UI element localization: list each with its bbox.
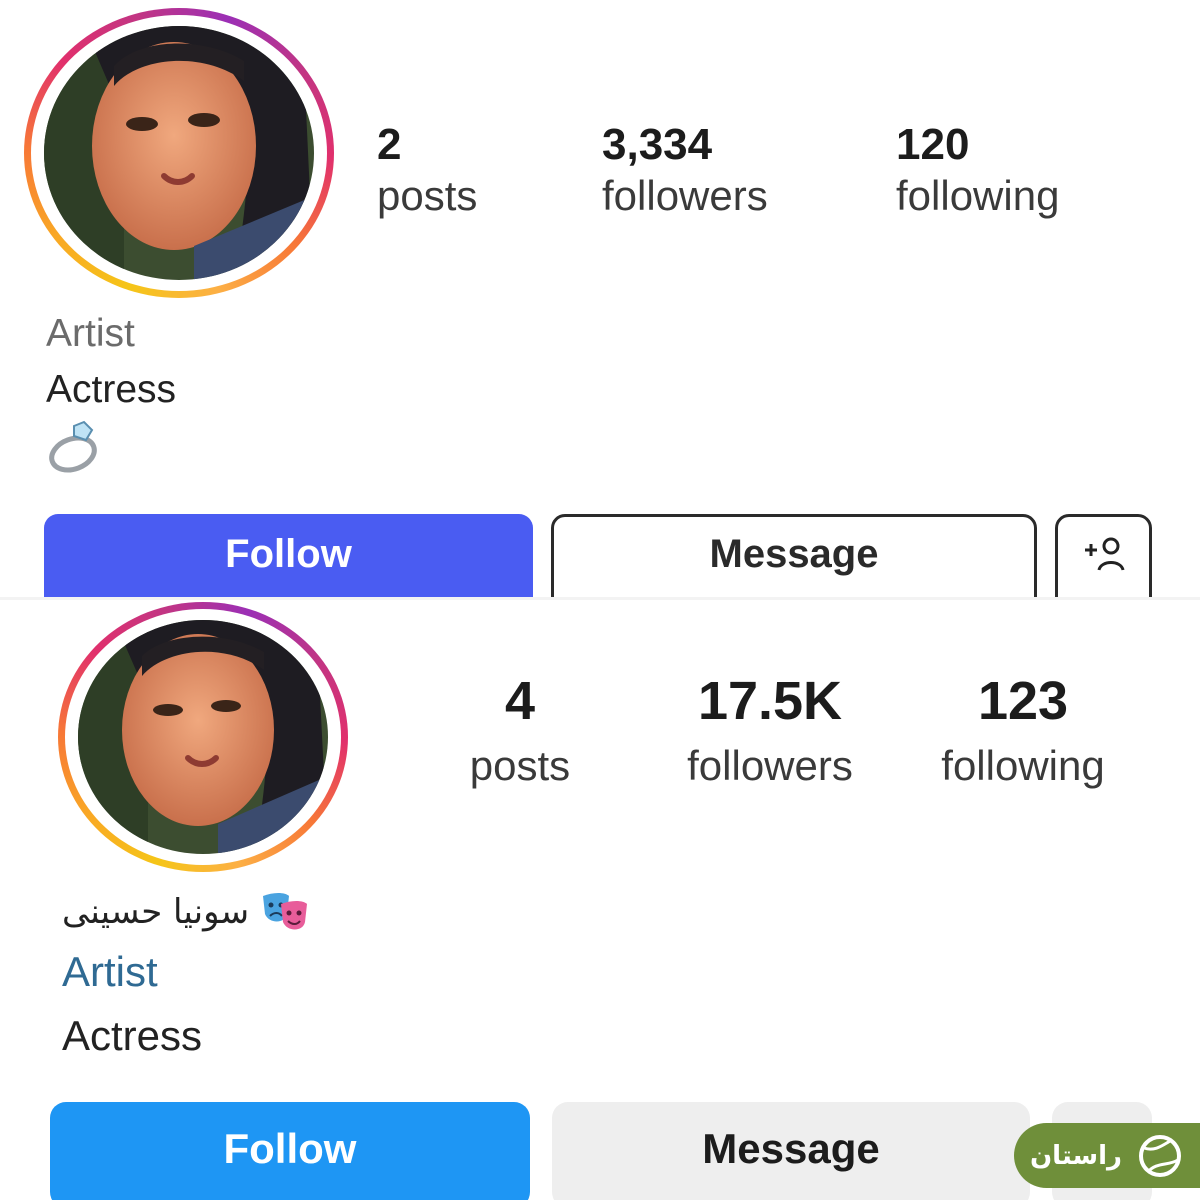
theater-masks-icon [259, 890, 311, 934]
ring-emoji-icon [46, 418, 106, 483]
profile-header-new: 4 posts 17.5K followers 123 following سو… [0, 600, 1200, 1200]
follow-button-label: Follow [225, 531, 352, 576]
message-button-label: Message [709, 531, 879, 576]
follow-button[interactable]: Follow [44, 514, 533, 597]
follow-button[interactable]: Follow [50, 1102, 530, 1200]
stat-following-value: 123 [977, 671, 1069, 731]
stat-posts-label: posts [377, 172, 478, 219]
stat-following-label: following [896, 172, 1060, 219]
tennis-ball-logo-icon [1139, 1134, 1181, 1177]
stat-posts[interactable]: 4 posts [450, 670, 590, 790]
message-button-label: Message [702, 1125, 880, 1172]
profile-bio: Actress [62, 1012, 203, 1059]
stat-following-value: 120 [896, 120, 970, 169]
stat-following[interactable]: 120 following [896, 120, 1059, 220]
stat-followers-label: followers [687, 742, 853, 789]
stat-followers[interactable]: 3,334 followers [602, 120, 768, 220]
stat-posts-value: 4 [504, 671, 536, 731]
stat-followers-value: 3,334 [602, 120, 713, 169]
profile-bio: Actress [46, 368, 177, 411]
message-button[interactable]: Message [551, 514, 1037, 597]
profile-name-row: سونیا حسینی [62, 884, 311, 940]
stat-posts-value: 2 [377, 120, 402, 169]
profile-avatar[interactable] [78, 620, 328, 854]
stat-followers[interactable]: 17.5K followers [660, 670, 880, 790]
avatar-image [44, 26, 314, 280]
profile-name: سونیا حسینی [62, 892, 250, 932]
stat-posts[interactable]: 2 posts [377, 120, 477, 220]
story-ring[interactable] [24, 8, 334, 298]
stat-followers-label: followers [602, 172, 768, 219]
profile-category: Artist [62, 948, 158, 995]
profile-category: Artist [46, 312, 135, 355]
avatar-image [78, 620, 328, 854]
stat-following[interactable]: 123 following [918, 670, 1128, 790]
watermark-badge: راستان [1014, 1123, 1200, 1188]
follow-button-label: Follow [223, 1125, 357, 1172]
stat-posts-label: posts [469, 742, 571, 789]
story-ring[interactable] [58, 602, 348, 872]
message-button[interactable]: Message [552, 1102, 1030, 1200]
add-person-icon [1084, 537, 1124, 571]
watermark-text: راستان [1029, 1140, 1122, 1171]
stat-followers-value: 17.5K [697, 671, 843, 731]
stat-following-label: following [941, 742, 1105, 789]
profile-avatar[interactable] [44, 26, 314, 280]
suggested-accounts-button[interactable] [1055, 514, 1152, 597]
profile-header-old: 2 posts 3,334 followers 120 following Ar… [0, 0, 1200, 597]
